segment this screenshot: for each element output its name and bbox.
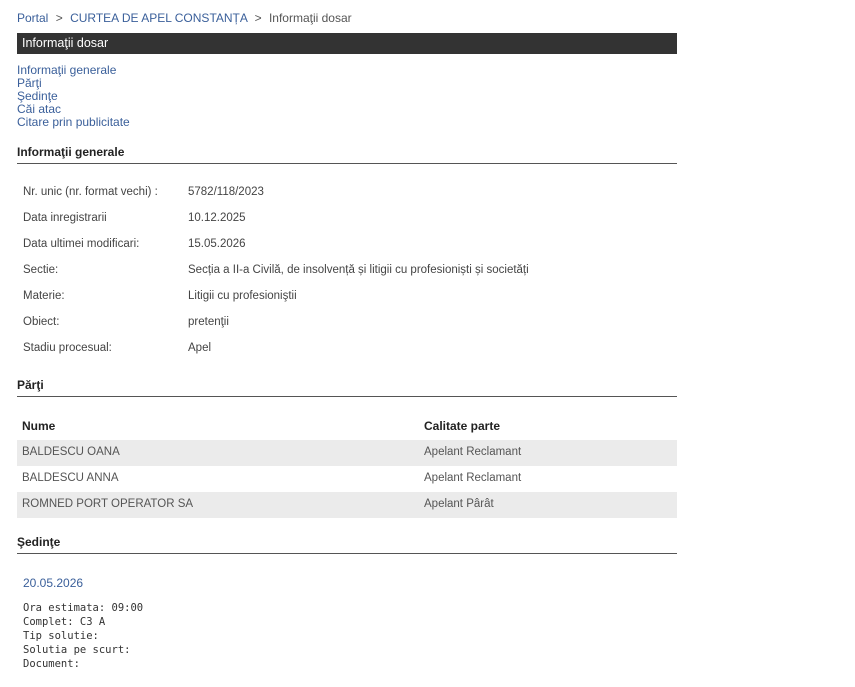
parti-table-header: Nume Calitate parte [17, 415, 677, 440]
column-header-nume: Nume [22, 419, 56, 433]
info-value: 15.05.2026 [188, 238, 246, 250]
sedinta-complet: Complet: C3 A [23, 616, 106, 628]
parti-table: Nume Calitate parte BALDESCU OANA Apelan… [17, 415, 677, 518]
breadcrumb-portal-link[interactable]: Portal [17, 11, 48, 25]
parte-calitate: Apelant Pârât [424, 498, 494, 510]
sedinta-date-link[interactable]: 20.05.2026 [23, 576, 83, 590]
info-label: Data inregistrarii [23, 212, 107, 224]
info-label: Stadiu procesual: [23, 342, 112, 354]
section-heading-parti: Părţi [17, 378, 677, 397]
info-value: Litigii cu profesioniştii [188, 290, 297, 302]
sedinta-solutia: Solutia pe scurt: [23, 644, 131, 656]
sedinta-ora: Ora estimata: 09:00 [23, 602, 144, 614]
breadcrumb: Portal > CURTEA DE APEL CONSTANȚA > Info… [17, 11, 352, 25]
column-header-calitate: Calitate parte [424, 419, 501, 433]
breadcrumb-separator: > [254, 11, 262, 25]
parte-nume: BALDESCU OANA [22, 446, 120, 458]
table-row: BALDESCU OANA Apelant Reclamant [17, 440, 677, 466]
nav-link-citare[interactable]: Citare prin publicitate [17, 116, 130, 129]
page-title: Informaţii dosar [22, 36, 109, 50]
table-row: BALDESCU ANNA Apelant Reclamant [17, 466, 677, 492]
sedinta-tip-solutie: Tip solutie: [23, 630, 99, 642]
parte-nume: BALDESCU ANNA [22, 472, 119, 484]
info-label: Nr. unic (nr. format vechi) : [23, 186, 158, 198]
parte-calitate: Apelant Reclamant [424, 446, 522, 458]
info-label: Data ultimei modificari: [23, 238, 140, 250]
sedinta-details: Ora estimata: 09:00 Complet: C3 A Tip so… [23, 601, 143, 671]
parte-calitate: Apelant Reclamant [424, 472, 522, 484]
info-value: 5782/118/2023 [188, 186, 264, 198]
breadcrumb-separator: > [55, 11, 63, 25]
breadcrumb-court-link[interactable]: CURTEA DE APEL CONSTANȚA [70, 11, 247, 25]
info-label: Materie: [23, 290, 65, 302]
page-title-bar: Informaţii dosar [17, 33, 677, 54]
info-label: Obiect: [23, 316, 60, 328]
section-heading-sedinte: Şedinţe [17, 535, 677, 554]
info-value: 10.12.2025 [188, 212, 246, 224]
info-value: pretenţii [188, 316, 229, 328]
section-nav: Informaţii generale Părţi Şedinţe Căi at… [17, 64, 130, 129]
breadcrumb-current: Informaţii dosar [268, 11, 352, 25]
table-row: ROMNED PORT OPERATOR SA Apelant Pârât [17, 492, 677, 518]
sedinta-document: Document: [23, 658, 80, 670]
parte-nume: ROMNED PORT OPERATOR SA [22, 498, 194, 510]
info-value: Secția a II-a Civilă, de insolvență și l… [188, 264, 529, 276]
info-value: Apel [188, 342, 212, 354]
section-heading-informatii-generale: Informaţii generale [17, 145, 677, 164]
info-label: Sectie: [23, 264, 59, 276]
